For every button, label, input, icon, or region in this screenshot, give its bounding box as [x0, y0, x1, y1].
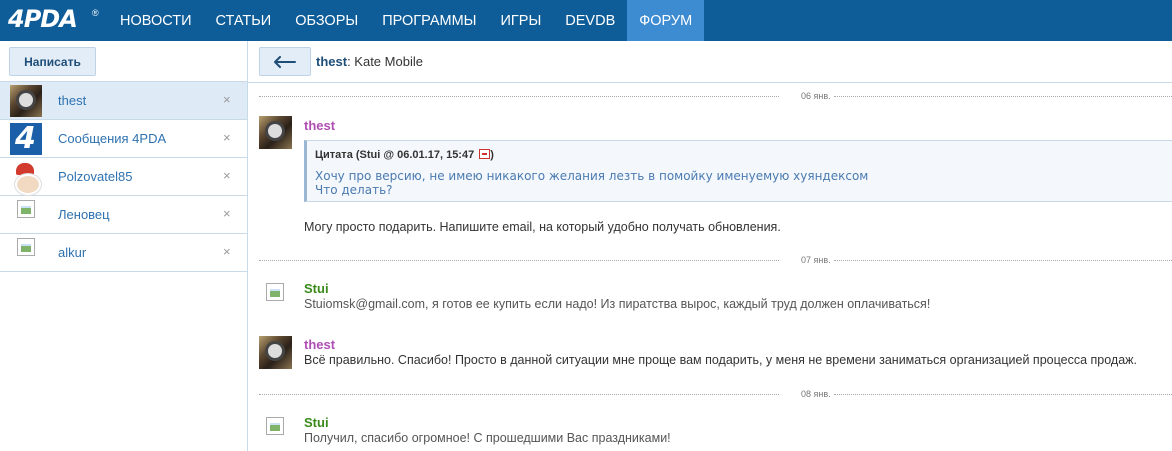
message-author[interactable]: Stui — [304, 415, 329, 430]
contact-name: alkur — [58, 245, 87, 260]
message-text: Всё правильно. Спасибо! Просто в данной … — [304, 353, 1137, 367]
date-separator: 07 янв. — [259, 255, 1172, 265]
contact-item-lenovets[interactable]: Леновец × — [0, 196, 247, 234]
contact-item-polzovatel85[interactable]: Polzovatel85 × — [0, 158, 247, 196]
contact-item-4pda[interactable]: 4 Сообщения 4PDA × — [0, 120, 247, 158]
message-text: Могу просто подарить. Напишите email, на… — [304, 220, 781, 234]
broken-image-icon[interactable] — [266, 283, 284, 301]
nav-item-programs[interactable]: ПРОГРАММЫ — [370, 0, 488, 41]
date-label: 07 янв. — [801, 255, 831, 265]
message-author[interactable]: Stui — [304, 281, 329, 296]
date-separator: 06 янв. — [259, 91, 1172, 101]
contact-name: Леновец — [58, 207, 110, 222]
close-icon[interactable]: × — [223, 168, 231, 183]
cat-avatar[interactable] — [259, 116, 292, 149]
message-author[interactable]: thest — [304, 118, 335, 133]
arrow-left-icon — [274, 55, 296, 68]
close-icon[interactable]: × — [223, 92, 231, 107]
contact-name: Сообщения 4PDA — [58, 131, 167, 146]
quote-header: Цитата (Stui @ 06.01.17, 15:47 ) — [315, 149, 494, 161]
broken-image-icon — [17, 200, 35, 218]
nav-item-news[interactable]: НОВОСТИ — [108, 0, 204, 41]
date-separator: 08 янв. — [259, 389, 1172, 399]
nav-item-reviews[interactable]: ОБЗОРЫ — [283, 0, 370, 41]
quote-line: Хочу про версию, не имею никакого желани… — [315, 169, 869, 183]
message-text: Stuiomsk@gmail.com, я готов ее купить ес… — [304, 297, 931, 311]
message-quote: Цитата (Stui @ 06.01.17, 15:47 ) Хочу пр… — [304, 140, 1172, 202]
quote-link-icon[interactable] — [479, 149, 491, 159]
cat-avatar — [10, 85, 42, 117]
top-navigation: 4PDA ® НОВОСТИ СТАТЬИ ОБЗОРЫ ПРОГРАММЫ И… — [0, 0, 1172, 41]
broken-image-icon — [17, 238, 35, 256]
logo-registered-mark: ® — [92, 8, 99, 18]
nav-item-devdb[interactable]: DEVDB — [553, 0, 627, 41]
message-text: Получил, спасибо огромное! С прошедшими … — [304, 431, 671, 445]
santa-avatar — [10, 161, 42, 195]
site-logo[interactable]: 4PDA ® — [0, 0, 108, 41]
conversation-header: thest: Kate Mobile — [248, 41, 1172, 83]
compose-button[interactable]: Написать — [9, 47, 96, 76]
back-button[interactable] — [259, 47, 311, 76]
close-icon[interactable]: × — [223, 206, 231, 221]
message-list: 06 янв. thest Цитата (Stui @ 06.01.17, 1… — [248, 83, 1172, 451]
broken-image-icon[interactable] — [266, 417, 284, 435]
contact-name: Polzovatel85 — [58, 169, 133, 184]
logo-text: 4PDA — [8, 5, 78, 33]
conversation-subject: Kate Mobile — [354, 54, 423, 69]
message-author[interactable]: thest — [304, 337, 335, 352]
contact-item-alkur[interactable]: alkur × — [0, 234, 247, 272]
cat-avatar[interactable] — [259, 336, 292, 369]
date-label: 06 янв. — [801, 91, 831, 101]
nav-item-games[interactable]: ИГРЫ — [489, 0, 554, 41]
close-icon[interactable]: × — [223, 130, 231, 145]
conversation-user[interactable]: thest — [316, 54, 347, 69]
contact-item-thest[interactable]: thest × — [0, 82, 247, 120]
4pda-avatar: 4 — [10, 121, 42, 156]
contacts-sidebar: Написать thest × 4 Сообщения 4PDA × Polz… — [0, 41, 248, 451]
contact-name: thest — [58, 93, 87, 108]
nav-item-articles[interactable]: СТАТЬИ — [204, 0, 284, 41]
compose-bar: Написать — [0, 41, 247, 82]
quote-line: Что делать? — [315, 183, 393, 197]
date-label: 08 янв. — [801, 389, 831, 399]
close-icon[interactable]: × — [223, 244, 231, 259]
nav-item-forum[interactable]: ФОРУМ — [627, 0, 705, 41]
conversation-title: thest: Kate Mobile — [316, 54, 423, 69]
